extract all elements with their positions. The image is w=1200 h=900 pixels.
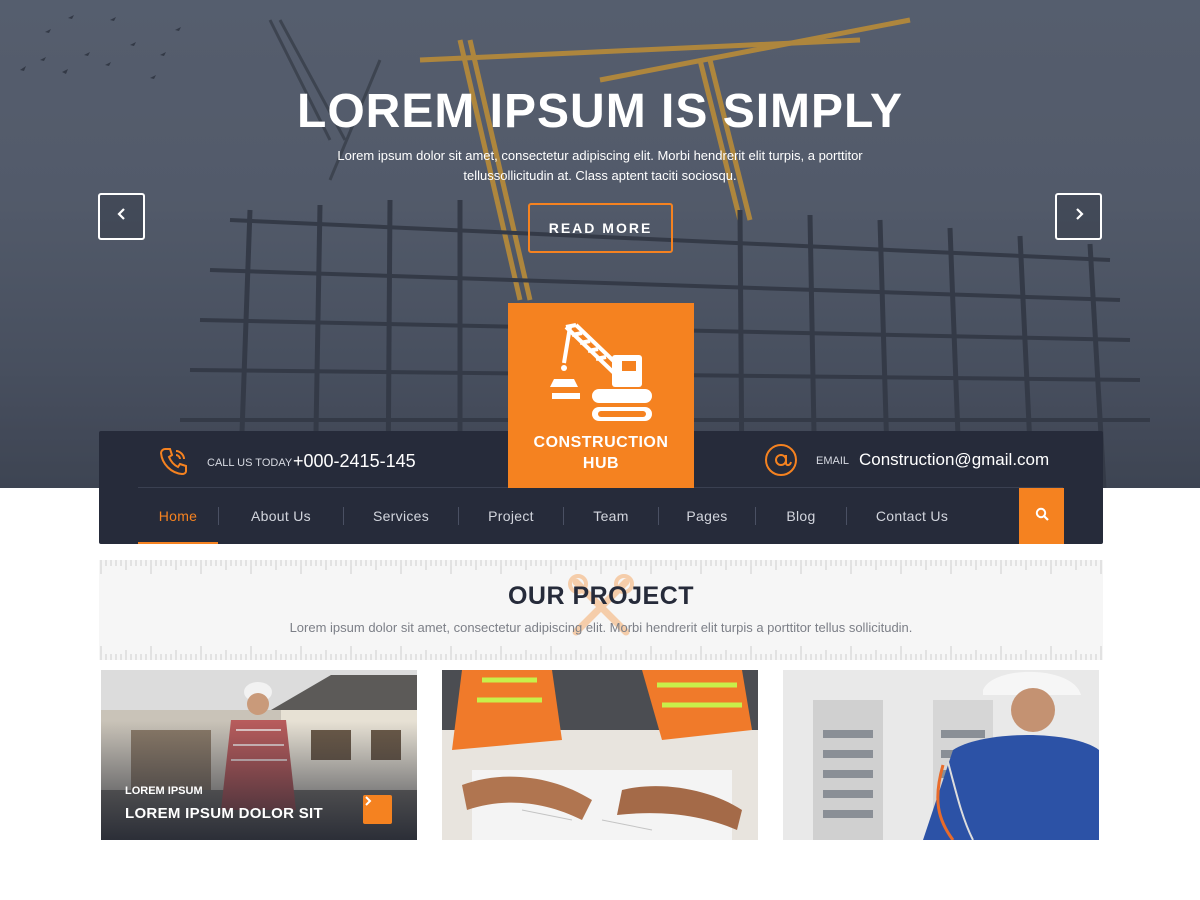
search-icon — [1035, 507, 1049, 526]
project-card[interactable]: LOREM IPSUM LOREM IPSUM DOLOR SIT — [101, 670, 417, 840]
project-image — [783, 670, 1099, 840]
nav-item-team[interactable]: Team — [564, 488, 658, 544]
section-title: OUR PROJECT — [507, 582, 695, 610]
nav-item-contact-us[interactable]: Contact Us — [847, 488, 977, 544]
site-logo[interactable]: CONSTRUCTION HUB — [508, 303, 694, 488]
nav-item-home[interactable]: Home — [138, 488, 218, 544]
logo-text-line2: HUB — [582, 455, 620, 472]
chevron-right-icon — [1073, 207, 1085, 226]
nav-item-blog[interactable]: Blog — [756, 488, 846, 544]
slider-next-button[interactable] — [1055, 193, 1102, 240]
section-subtitle: Lorem ipsum dolor sit amet, consectetur … — [289, 620, 913, 635]
project-card[interactable] — [783, 670, 1099, 840]
nav-item-project[interactable]: Project — [459, 488, 563, 544]
project-link-button[interactable] — [363, 795, 392, 824]
project-card[interactable] — [442, 670, 758, 840]
call-label: CALL US TODAY — [207, 457, 293, 469]
nav-item-pages[interactable]: Pages — [659, 488, 755, 544]
logo-text-line1: CONSTRUCTION — [533, 434, 669, 451]
hero-title: LOREM IPSUM IS SIMPLY — [297, 85, 903, 138]
email-address[interactable]: Construction@gmail.com — [859, 450, 1049, 470]
crane-icon — [548, 321, 654, 430]
hero-subtitle: Lorem ipsum dolor sit amet, consectetur … — [337, 148, 863, 183]
nav-item-about-us[interactable]: About Us — [219, 488, 343, 544]
email-label: EMAIL — [816, 455, 850, 467]
read-more-button[interactable]: READ MORE — [528, 203, 673, 253]
email-icon — [764, 443, 798, 482]
project-title: LOREM IPSUM DOLOR SIT — [125, 805, 323, 822]
phone-icon — [158, 445, 190, 482]
chevron-left-icon — [116, 207, 128, 226]
search-button[interactable] — [1019, 488, 1064, 544]
project-category: LOREM IPSUM — [125, 785, 203, 797]
main-nav: Home About Us Services Project Team Page… — [138, 488, 977, 544]
project-image — [442, 670, 758, 840]
phone-number[interactable]: +000-2415-145 — [293, 451, 416, 472]
slider-prev-button[interactable] — [98, 193, 145, 240]
project-section-header: OUR PROJECT Lorem ipsum dolor sit amet, … — [99, 560, 1103, 660]
nav-item-services[interactable]: Services — [344, 488, 458, 544]
